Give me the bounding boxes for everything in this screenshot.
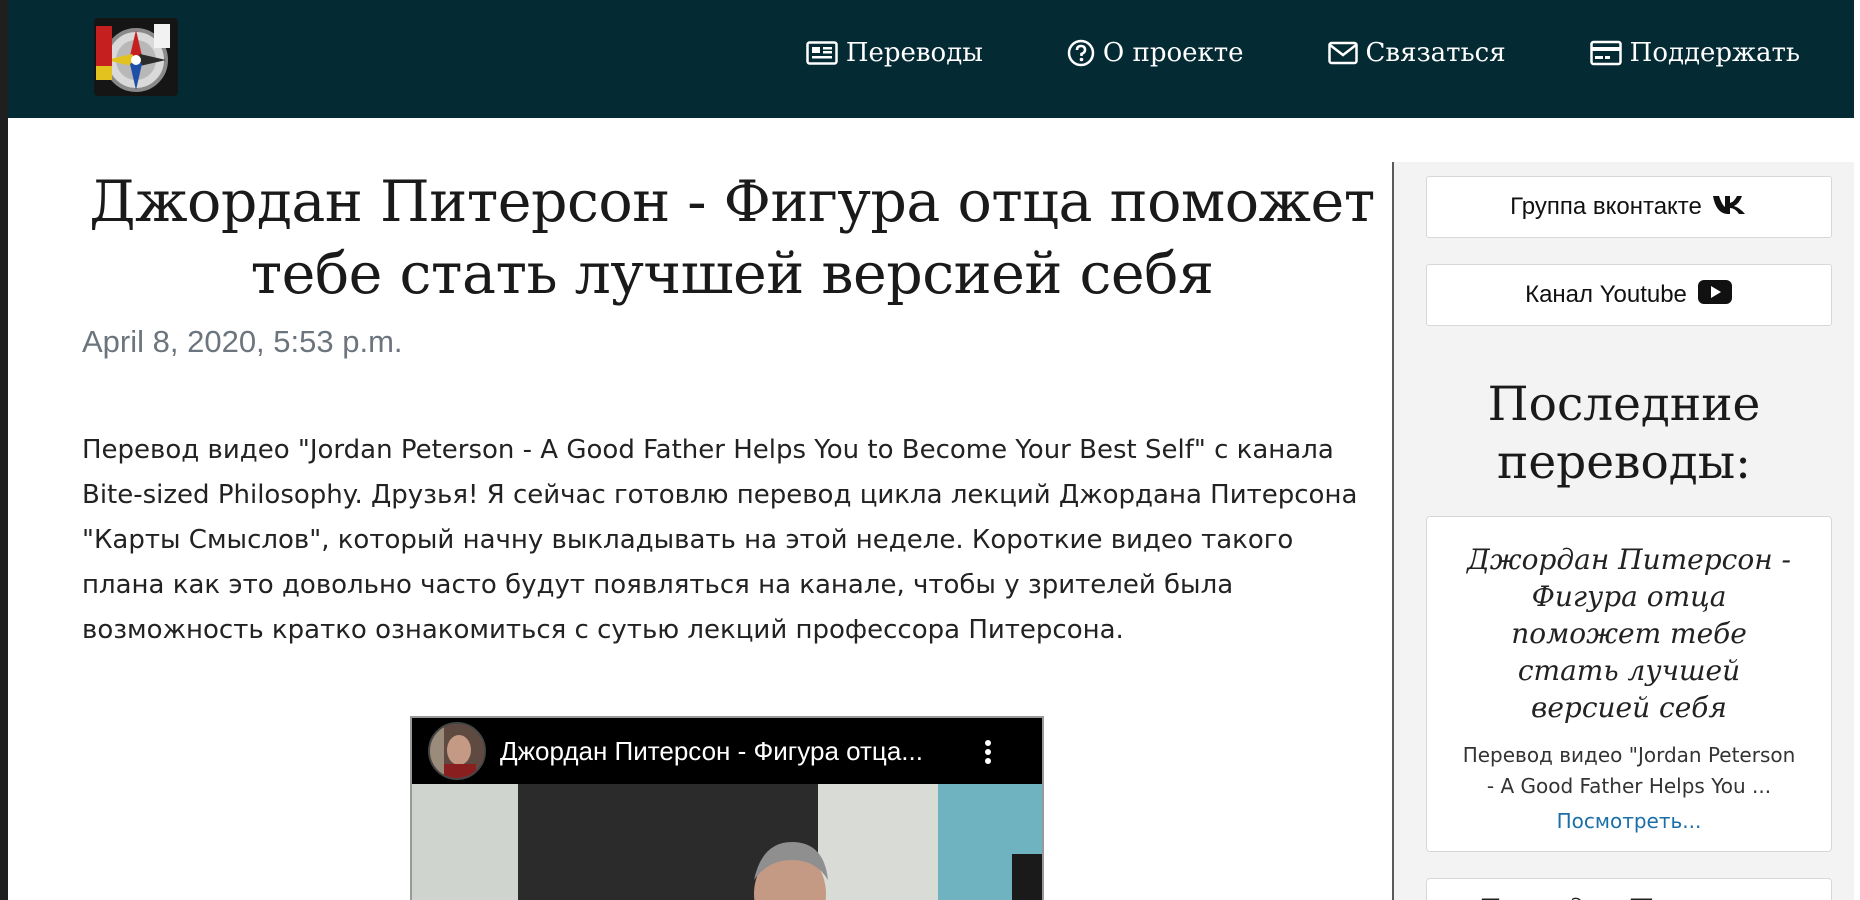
channel-avatar[interactable] [428,722,486,780]
recent-translation-card: Джордан Питерсон [1426,878,1832,900]
nav-translations[interactable]: Переводы [806,38,983,68]
card-excerpt: Перевод видео "Jordan Peterson - A Good … [1462,743,1796,798]
credit-card-icon [1589,40,1622,66]
article-date: April 8, 2020, 5:53 p.m. [82,324,403,359]
nav-about[interactable]: О проекте [1067,38,1244,68]
recent-translation-card: Джордан Питерсон - Фигура отца поможет т… [1426,516,1832,852]
site-logo[interactable] [94,18,178,96]
nav-translations-label: Переводы [845,38,983,68]
vk-group-button[interactable]: Группа вконтакте [1426,176,1832,238]
more-vertical-icon[interactable] [984,740,992,768]
sidebar: Группа вконтакте Канал Youtube Последние… [1394,162,1854,900]
nav-about-label: О проекте [1102,38,1244,68]
card-title[interactable]: Джордан Питерсон [1457,891,1801,900]
recent-translations-heading: Последние переводы: [1487,377,1761,490]
nav-support-label: Поддержать [1629,38,1800,68]
newspaper-icon [806,41,838,65]
nav-contact-label: Связаться [1365,38,1506,68]
view-more-link[interactable]: Посмотреть... [1427,809,1831,833]
nav-support[interactable]: Поддержать [1589,38,1800,68]
youtube-channel-button[interactable]: Канал Youtube [1426,264,1832,326]
nav-contact[interactable]: Связаться [1327,38,1506,68]
video-embed[interactable]: Джордан Питерсон - Фигура отца... [410,716,1044,900]
article-title: Джордан Питерсон - Фигура отца поможет т… [89,169,1375,307]
vk-button-label: Группа вконтакте [1510,193,1702,220]
video-title[interactable]: Джордан Питерсон - Фигура отца... [500,736,923,767]
window-edge [0,0,8,900]
window-edge-right [1854,0,1860,900]
article-body: Перевод видео "Jordan Peterson - A Good … [82,435,1358,645]
youtube-button-label: Канал Youtube [1525,281,1687,308]
video-title-bar: Джордан Питерсон - Фигура отца... [412,718,1042,784]
question-circle-icon [1067,39,1095,67]
card-title[interactable]: Джордан Питерсон - Фигура отца поможет т… [1457,541,1801,726]
video-thumbnail [412,784,1042,900]
youtube-icon [1697,279,1733,312]
envelope-icon [1327,41,1358,65]
top-navbar: Переводы О проекте Связаться Поддержать [8,0,1854,118]
article: Джордан Питерсон - Фигура отца поможет т… [82,166,1382,653]
vk-icon [1712,193,1748,222]
